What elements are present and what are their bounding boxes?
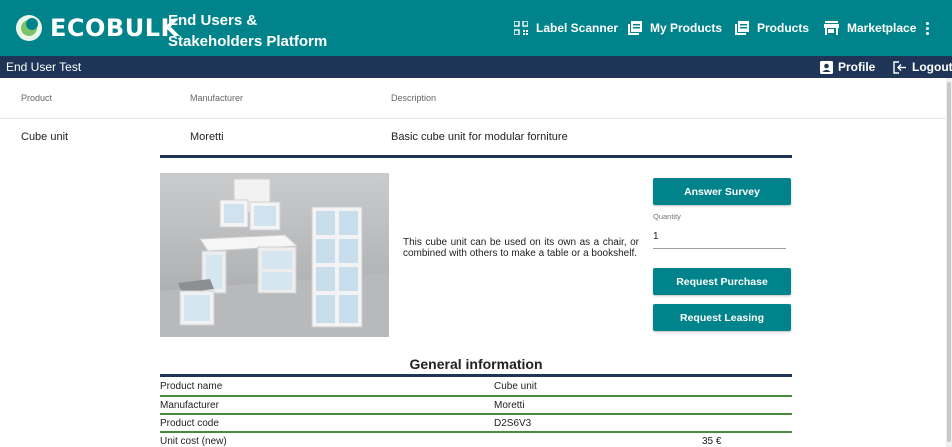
app-header: ECOBULK End Users & Stakeholders Platfor… xyxy=(0,0,952,56)
nav-marketplace[interactable]: Marketplace xyxy=(824,18,916,38)
nav-label-scanner-label: Label Scanner xyxy=(536,21,619,35)
qr-code-icon xyxy=(514,21,528,35)
profile-label: Profile xyxy=(838,60,876,74)
ecobulk-logo-icon xyxy=(16,15,42,41)
table-header-divider xyxy=(0,118,946,119)
nav-my-products[interactable]: My Products xyxy=(628,18,722,38)
request-purchase-button[interactable]: Request Purchase xyxy=(653,268,791,295)
page-scrollbar-thumb[interactable] xyxy=(947,82,951,442)
product-long-description: This cube unit can be used on its own as… xyxy=(403,237,639,259)
ecobulk-logo[interactable]: ECOBULK xyxy=(16,14,180,42)
general-info-title: General information xyxy=(409,356,543,372)
column-header-product: Product xyxy=(21,93,53,103)
current-user-name: End User Test xyxy=(6,60,82,74)
table-cell-manufacturer: Moretti xyxy=(190,131,224,143)
info-value: D2S6V3 xyxy=(494,418,532,429)
request-leasing-button[interactable]: Request Leasing xyxy=(653,304,791,331)
platform-title: End Users & Stakeholders Platform xyxy=(168,12,328,50)
logout-button[interactable]: Logout xyxy=(893,60,952,74)
profile-button[interactable]: Profile xyxy=(820,60,875,74)
info-value: Moretti xyxy=(494,400,525,411)
section-divider xyxy=(160,155,792,158)
library-icon xyxy=(628,21,642,35)
info-value: 35 € xyxy=(702,436,722,447)
nav-products[interactable]: Products xyxy=(735,18,809,38)
info-value: Cube unit xyxy=(494,381,537,392)
nav-label-scanner[interactable]: Label Scanner xyxy=(514,18,618,38)
info-row-unit-cost: Unit cost (new) 35 € xyxy=(160,433,792,447)
column-header-manufacturer: Manufacturer xyxy=(190,93,244,103)
quantity-input[interactable]: 1 xyxy=(653,230,786,249)
table-cell-product: Cube unit xyxy=(21,131,69,143)
store-icon xyxy=(824,21,839,35)
product-image xyxy=(160,173,389,337)
nav-marketplace-label: Marketplace xyxy=(847,21,917,35)
info-label: Manufacturer xyxy=(160,400,219,411)
library-icon xyxy=(735,21,749,35)
logo-text: ECOBULK xyxy=(50,14,180,42)
logout-icon xyxy=(893,60,906,74)
account-box-icon xyxy=(820,60,833,74)
table-cell-description: Basic cube unit for modular forniture xyxy=(391,131,568,143)
general-info-divider xyxy=(160,374,792,377)
nav-my-products-label: My Products xyxy=(650,21,723,35)
nav-products-label: Products xyxy=(757,21,810,35)
info-label: Unit cost (new) xyxy=(160,436,227,447)
more-menu-icon[interactable] xyxy=(926,22,930,36)
logout-label: Logout xyxy=(912,60,952,74)
user-bar: End User Test Profile Logout xyxy=(0,56,952,78)
info-label: Product code xyxy=(160,418,219,429)
quantity-label: Quantity xyxy=(653,212,681,221)
answer-survey-button[interactable]: Answer Survey xyxy=(653,178,791,205)
cube-shelves-illustration xyxy=(160,178,389,337)
info-row-product-name: Product name Cube unit xyxy=(160,378,792,396)
column-header-description: Description xyxy=(391,93,437,103)
info-label: Product name xyxy=(160,381,223,392)
